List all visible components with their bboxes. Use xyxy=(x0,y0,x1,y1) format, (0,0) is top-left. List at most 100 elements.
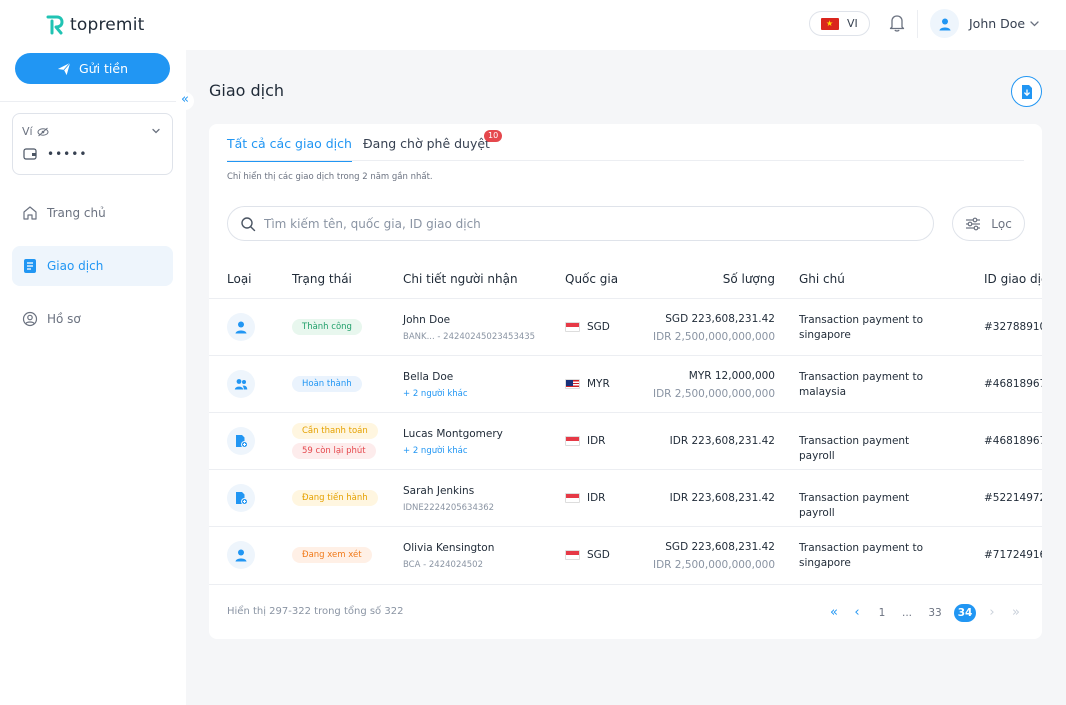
avatar[interactable] xyxy=(930,9,959,38)
sidebar-item-label: Trang chủ xyxy=(47,206,106,220)
person-icon xyxy=(227,313,255,341)
bell-icon[interactable] xyxy=(888,13,906,33)
recipient-others-link[interactable]: + 2 người khác xyxy=(403,389,468,399)
country-cell: MYR xyxy=(565,378,610,390)
transaction-id: #327889102 xyxy=(984,321,1042,333)
sidebar-item-transactions[interactable]: Giao dịch xyxy=(12,246,173,286)
transactions-card: Tất cả các giao dịch Đang chờ phê duyệt … xyxy=(209,124,1042,639)
search-input[interactable] xyxy=(264,216,933,231)
table-row[interactable]: Hoàn thành Bella Doe + 2 người khác MYR … xyxy=(209,355,1042,412)
send-money-label: Gửi tiền xyxy=(78,61,129,76)
column-header-amount: Số lượng xyxy=(722,272,775,286)
transaction-note: Transaction payment payroll xyxy=(799,435,910,462)
payroll-icon xyxy=(227,427,255,455)
page-33-button[interactable]: 33 xyxy=(924,604,946,622)
tab-divider xyxy=(227,160,1024,161)
sidebar-divider xyxy=(0,101,186,102)
recipient-detail: BANK... - 24240245023453435 xyxy=(403,332,536,342)
filter-button[interactable]: Lọc xyxy=(952,206,1025,241)
send-money-button[interactable]: Gửi tiền xyxy=(15,53,170,84)
document-download-icon xyxy=(1021,84,1032,99)
transaction-note: Transaction payment to singapore xyxy=(799,542,924,569)
currency-code: SGD xyxy=(587,321,610,333)
chevron-down-icon[interactable] xyxy=(151,126,161,136)
singapore-flag-icon xyxy=(565,322,580,332)
language-selector[interactable]: VI xyxy=(809,11,870,36)
logo-mark-icon xyxy=(46,15,64,35)
search-bar[interactable] xyxy=(227,206,934,241)
page-1-button[interactable]: 1 xyxy=(874,604,890,622)
collapse-sidebar-icon[interactable]: « xyxy=(176,92,194,110)
amount-converted: IDR 2,500,000,000,000 xyxy=(652,331,775,343)
status-badge: Đang xem xét xyxy=(292,547,372,563)
wallet-balance: ••••• xyxy=(47,147,88,161)
indonesia-flag-icon xyxy=(565,436,580,446)
recipient-name: Bella Doe xyxy=(403,371,454,383)
sidebar-item-label: Hồ sơ xyxy=(47,312,81,326)
last-page-icon[interactable]: » xyxy=(1008,604,1024,622)
transaction-note: Transaction payment to singapore xyxy=(799,314,924,341)
brand-logo[interactable]: topremit xyxy=(46,15,144,35)
transaction-note: Transaction payment payroll xyxy=(799,492,910,519)
column-header-recipient: Chi tiết người nhận xyxy=(403,272,518,286)
page-34-button[interactable]: 34 xyxy=(954,604,976,622)
filter-label: Lọc xyxy=(991,216,1012,231)
sidebar-item-home[interactable]: Trang chủ xyxy=(12,193,173,233)
export-button[interactable] xyxy=(1011,76,1042,107)
sidebar-item-label: Giao dịch xyxy=(47,259,104,273)
singapore-flag-icon xyxy=(565,550,580,560)
transaction-id: #468189679 xyxy=(984,378,1042,390)
table-row[interactable]: Cần thanh toán 59 còn lại phút Lucas Mon… xyxy=(209,412,1042,469)
recipient-name: Olivia Kensington xyxy=(403,542,495,554)
transaction-id: #522149722 xyxy=(984,492,1042,504)
country-cell: SGD xyxy=(565,321,610,333)
first-page-icon[interactable]: « xyxy=(826,604,842,622)
history-hint: Chỉ hiển thị các giao dịch trong 2 năm g… xyxy=(227,172,433,182)
sliders-icon xyxy=(966,217,981,230)
wallet-card[interactable]: Ví ••••• xyxy=(12,113,173,175)
brand-name: topremit xyxy=(70,15,145,35)
currency-code: IDR xyxy=(587,492,606,504)
tab-all-transactions[interactable]: Tất cả các giao dịch xyxy=(227,136,352,162)
column-header-type: Loại xyxy=(227,272,252,286)
recipient-detail: IDNE2224205634362 xyxy=(403,503,495,513)
wallet-label: Ví xyxy=(22,125,33,138)
top-bar: VI John Doe xyxy=(186,0,1066,50)
currency-code: SGD xyxy=(587,549,610,561)
recipient-name: Lucas Montgomery xyxy=(403,428,503,440)
group-icon xyxy=(227,370,255,398)
tab-pending-approval[interactable]: Đang chờ phê duyệt xyxy=(363,136,490,160)
table-row[interactable]: Đang xem xét Olivia Kensington BCA - 242… xyxy=(209,526,1042,583)
transaction-id: #468189679 xyxy=(984,435,1042,447)
wallet-label-row: Ví xyxy=(22,125,49,138)
country-cell: SGD xyxy=(565,549,610,561)
amount: IDR 223,608,231.42 xyxy=(669,492,775,504)
language-code: VI xyxy=(847,17,858,30)
country-cell: IDR xyxy=(565,435,605,447)
recipient-name: John Doe xyxy=(403,314,451,326)
amount: MYR 12,000,000 xyxy=(688,370,775,382)
user-name[interactable]: John Doe xyxy=(969,16,1025,31)
country-cell: IDR xyxy=(565,492,605,504)
status-badge: Thành công xyxy=(292,319,362,335)
table-row[interactable]: Đang tiến hành Sarah Jenkins IDNE2224205… xyxy=(209,469,1042,526)
next-page-icon[interactable]: › xyxy=(986,604,998,622)
column-header-transaction-id: ID giao dịch xyxy=(984,272,1042,286)
receipt-icon xyxy=(24,259,36,273)
status-badge: Đang tiến hành xyxy=(292,490,378,506)
wallet-icon xyxy=(23,148,37,160)
status-badge: Hoàn thành xyxy=(292,376,362,392)
eye-off-icon[interactable] xyxy=(37,127,49,137)
sidebar-item-profile[interactable]: Hồ sơ xyxy=(12,299,173,339)
recipient-name: Sarah Jenkins xyxy=(403,485,475,497)
previous-page-icon[interactable]: ‹ xyxy=(851,604,863,622)
table-bottom-border xyxy=(209,584,1042,585)
amount: SGD 223,608,231.42 xyxy=(665,313,775,325)
column-header-country: Quốc gia xyxy=(565,272,619,286)
table-row[interactable]: Thành công John Doe BANK... - 2424024502… xyxy=(209,298,1042,355)
home-icon xyxy=(23,206,37,220)
indonesia-flag-icon xyxy=(565,493,580,503)
status-badge: Cần thanh toán xyxy=(292,423,378,439)
recipient-others-link[interactable]: + 2 người khác xyxy=(403,446,468,456)
chevron-down-icon[interactable] xyxy=(1029,18,1040,29)
